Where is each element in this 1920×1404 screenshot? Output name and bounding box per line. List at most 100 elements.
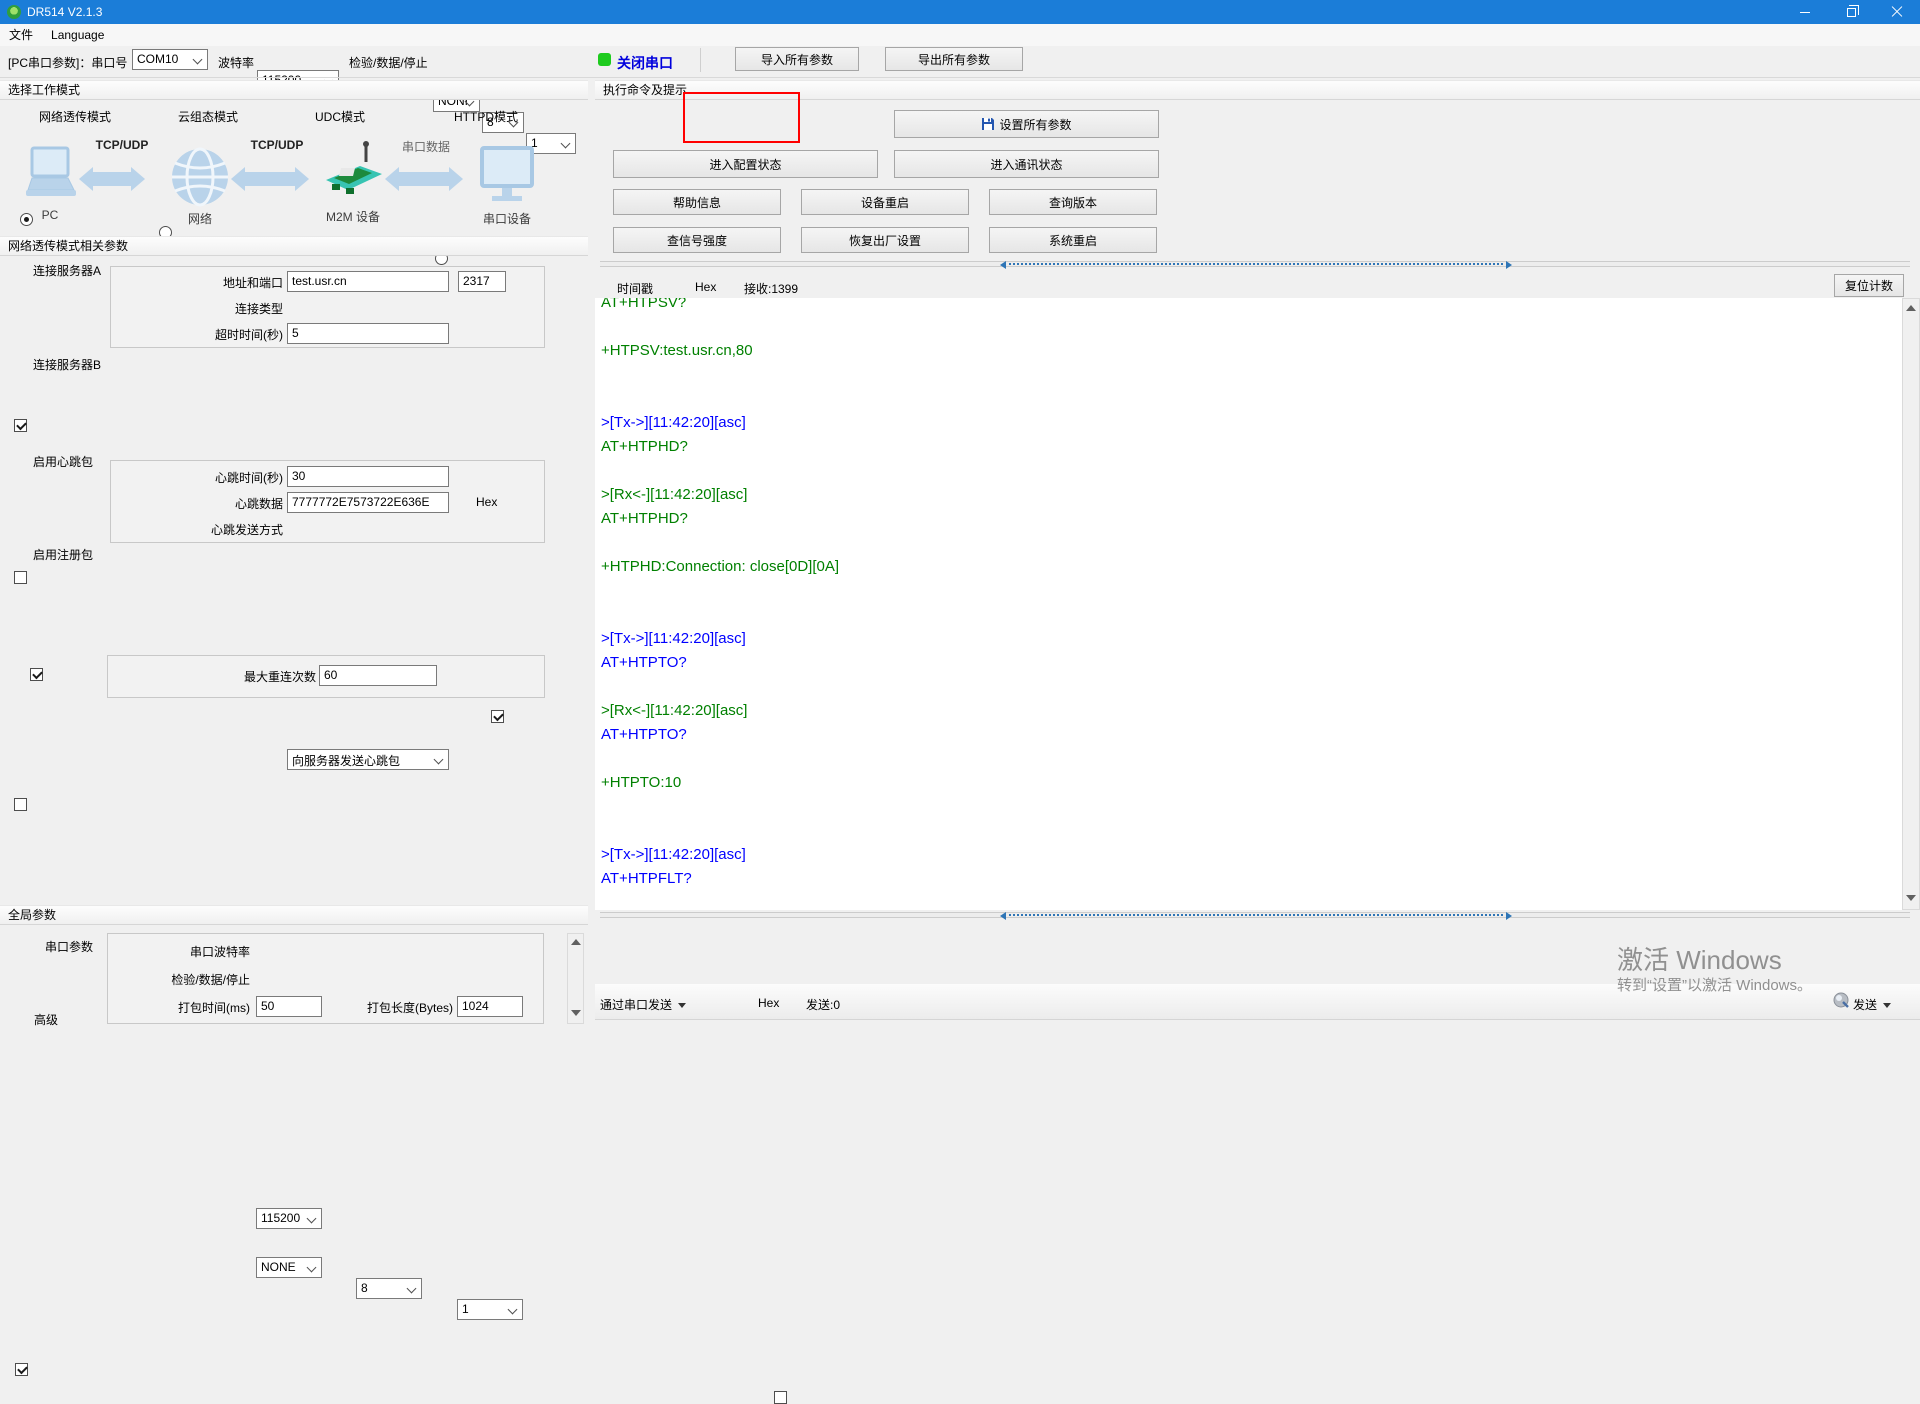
log-line: AT+HTPHD? [595, 435, 1902, 459]
log-content: AT+HTPSV? +HTPSV:test.usr.cn,80 >[Tx->][… [595, 298, 1902, 891]
window-title: DR514 V2.1.3 [27, 5, 102, 19]
pc-serial-label: [PC串口参数]：串口号 [8, 54, 127, 71]
diagram-node-network-label: 网络 [176, 210, 224, 227]
g-stopbits-select[interactable]: 1 [457, 1299, 523, 1320]
log-line [595, 363, 1902, 387]
export-params-button[interactable]: 导出所有参数 [885, 47, 1023, 71]
menu-file[interactable]: 文件 [0, 24, 42, 46]
log-line: >[Tx->][11:42:20][asc] [595, 843, 1902, 867]
activate-windows-watermark-sub: 转到“设置”以激活 Windows。 [1617, 974, 1812, 995]
heartbeat-mode-select[interactable]: 向服务器发送心跳包 [287, 749, 449, 770]
timestamp-label: 时间戳 [617, 280, 653, 297]
slider-left-icon [1000, 261, 1006, 269]
diagram-node-serial-label: 串口设备 [480, 210, 534, 227]
slider-dotted-line [1009, 263, 1503, 265]
log-line: >[Tx->][11:42:20][asc] [595, 411, 1902, 435]
g-baud-label: 串口波特率 [150, 939, 250, 960]
slider-dotted-line [1009, 914, 1503, 916]
server-port-input[interactable]: 2317 [458, 271, 506, 292]
timeout-input[interactable]: 5 [287, 323, 449, 344]
packtime-label: 打包时间(ms) [150, 995, 250, 1016]
arrow-network-m2m-icon [244, 172, 296, 186]
send-method-dropdown[interactable]: 通过串口发送 [600, 996, 686, 1013]
help-info-button[interactable]: 帮助信息 [613, 189, 781, 215]
recv-counter: 接收:1399 [744, 280, 798, 297]
send-dropdown-arrow-icon [1883, 1003, 1891, 1008]
heartbeat-label: 启用心跳包 [33, 453, 93, 470]
send-hex-label: Hex [758, 996, 779, 1010]
factory-reset-button[interactable]: 恢复出厂设置 [801, 227, 969, 253]
g-baud-select[interactable]: 115200 [256, 1208, 322, 1229]
log-scroll-up-icon[interactable] [1906, 305, 1916, 311]
log-line [595, 603, 1902, 627]
log-line: +HTPHD:Connection: close[0D][0A] [595, 555, 1902, 579]
left-panel-scrollbar[interactable] [567, 933, 584, 1024]
packlen-input[interactable]: 1024 [457, 996, 523, 1017]
log-hex-label: Hex [695, 280, 716, 294]
system-restart-button[interactable]: 系统重启 [989, 227, 1157, 253]
top-splitter-slider[interactable] [1000, 260, 1512, 269]
serial-device-monitor-icon [480, 146, 534, 204]
radio-udc-mode-label: UDC模式 [315, 108, 365, 125]
scroll-down-icon[interactable] [571, 1010, 581, 1016]
server-b-checkbox[interactable] [14, 571, 27, 584]
query-version-button[interactable]: 查询版本 [989, 189, 1157, 215]
scroll-up-icon[interactable] [571, 939, 581, 945]
close-button[interactable] [1874, 0, 1920, 24]
log-line [595, 387, 1902, 411]
com-port-select[interactable]: COM10 [132, 49, 208, 70]
enter-comm-button[interactable]: 进入通讯状态 [894, 150, 1159, 178]
restore-button[interactable] [1828, 0, 1874, 24]
heartbeat-hex-label: Hex [476, 495, 497, 509]
server-a-checkbox[interactable] [14, 419, 27, 432]
send-icon [1833, 992, 1849, 1008]
network-globe-icon [170, 147, 230, 207]
send-hex-checkbox[interactable] [774, 1391, 787, 1404]
enter-config-button[interactable]: 进入配置状态 [613, 150, 878, 178]
title-bar: DR514 V2.1.3 [0, 0, 1920, 24]
register-checkbox[interactable] [14, 798, 27, 811]
server-addr-input[interactable]: test.usr.cn [287, 271, 449, 292]
close-icon [1891, 6, 1903, 18]
set-params-button[interactable]: 设置所有参数 [894, 110, 1159, 138]
advanced-label: 高级 [34, 1011, 58, 1028]
packtime-input[interactable]: 50 [256, 996, 322, 1017]
reconnect-input[interactable]: 60 [319, 665, 437, 686]
heartbeat-time-label: 心跳时间(秒) [180, 465, 283, 486]
register-label: 启用注册包 [33, 546, 93, 563]
heartbeat-data-input[interactable]: 7777772E7573722E636E [287, 492, 449, 513]
reset-counter-button[interactable]: 复位计数 [1834, 274, 1904, 297]
tutorial-red-highlight-box [683, 92, 800, 143]
slider-right-icon [1506, 261, 1512, 269]
arrow-m2m-serial-icon [398, 172, 450, 186]
g-parity-select[interactable]: NONE [256, 1257, 322, 1278]
advanced-checkbox[interactable] [15, 1363, 28, 1376]
menu-bar: 文件 Language [0, 24, 1920, 46]
log-area[interactable]: AT+HTPSV? +HTPSV:test.usr.cn,80 >[Tx->][… [595, 298, 1902, 910]
close-port-button[interactable]: 关闭串口 [617, 53, 673, 73]
toolbar-separator [700, 48, 701, 72]
heartbeat-mode-label: 心跳发送方式 [180, 517, 283, 538]
log-scrollbar[interactable] [1902, 298, 1920, 910]
reconnect-label: 最大重连次数 [210, 664, 316, 685]
heartbeat-data-label: 心跳数据 [180, 491, 283, 512]
work-mode-header: 选择工作模式 [0, 80, 588, 100]
menu-language[interactable]: Language [42, 24, 113, 46]
device-restart-button[interactable]: 设备重启 [801, 189, 969, 215]
heartbeat-hex-checkbox[interactable] [491, 710, 504, 723]
g-databits-select[interactable]: 8 [356, 1278, 422, 1299]
baud-label: 波特率 [218, 54, 254, 71]
port-open-indicator-icon [598, 53, 611, 66]
diagram-link2-label: TCP/UDP [248, 138, 306, 152]
signal-strength-button[interactable]: 查信号强度 [613, 227, 781, 253]
log-line [595, 579, 1902, 603]
send-button[interactable]: 发送 [1853, 996, 1891, 1013]
conn-type-label: 连接类型 [180, 296, 283, 317]
bottom-splitter-slider[interactable] [1000, 911, 1512, 920]
minimize-button[interactable] [1782, 0, 1828, 24]
heartbeat-checkbox[interactable] [30, 668, 43, 681]
heartbeat-time-input[interactable]: 30 [287, 466, 449, 487]
import-params-button[interactable]: 导入所有参数 [735, 47, 859, 71]
log-scroll-down-icon[interactable] [1906, 895, 1916, 901]
server-b-label: 连接服务器B [33, 356, 101, 373]
